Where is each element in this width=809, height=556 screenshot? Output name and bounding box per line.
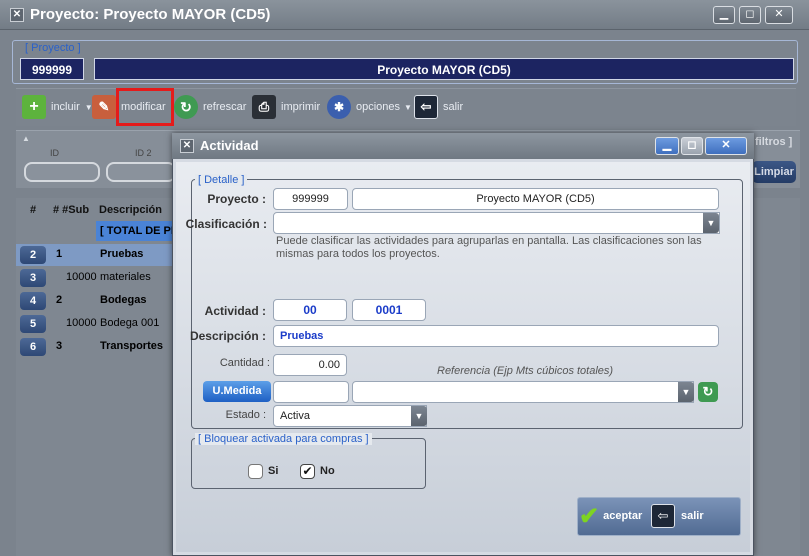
options-icon: ✱: [327, 95, 351, 119]
chevron-down-icon[interactable]: ▼: [703, 213, 719, 233]
exit-icon: ⇦: [414, 95, 438, 119]
refrescar-label: refrescar: [203, 101, 247, 113]
row-number: 3: [20, 269, 46, 287]
window-title-text: Proyecto: Proyecto MAYOR (CD5): [30, 6, 271, 23]
row-sub: 1: [56, 248, 63, 260]
si-checkbox[interactable]: [248, 464, 263, 479]
pencil-icon: ✎: [92, 95, 116, 119]
dialog-app-icon: ✕: [180, 139, 194, 153]
bloquear-legend: [ Bloquear activada para compras ]: [195, 433, 372, 445]
grid-header-num: #: [30, 204, 37, 216]
no-checkbox[interactable]: ✔: [300, 464, 315, 479]
imprimir-button[interactable]: ⎙ imprimir: [252, 95, 320, 119]
row-number: 6: [20, 338, 46, 356]
grid-total-row[interactable]: [ TOTAL DE PR: [96, 221, 176, 241]
umedida-desc-select[interactable]: [352, 381, 694, 403]
no-label: No: [320, 465, 335, 477]
referencia-hint: Referencia (Ejp Mts cúbicos totales): [437, 365, 614, 377]
umedida-code-field[interactable]: [273, 381, 349, 403]
filter-col2-label: ID 2: [135, 148, 152, 158]
cantidad-label: Cantidad :: [219, 357, 270, 369]
descripcion-label: Descripción :: [189, 329, 266, 343]
grid-header-desc: Descripción: [99, 204, 162, 216]
imprimir-label: imprimir: [281, 101, 321, 113]
row-sub: 10000: [66, 317, 97, 329]
plus-icon: +: [22, 95, 46, 119]
actividad-part2-field[interactable]: 0001: [352, 299, 426, 321]
aceptar-button[interactable]: ✔ aceptar: [579, 501, 649, 531]
row-desc: Transportes: [100, 340, 163, 352]
clasificacion-select[interactable]: [273, 212, 720, 234]
umedida-button[interactable]: U.Medida: [203, 381, 271, 402]
app-icon: ✕: [10, 8, 24, 22]
row-sub: 10000: [66, 271, 97, 283]
dialog-close-button[interactable]: ✕: [705, 137, 747, 155]
maximize-button[interactable]: ◻: [739, 6, 761, 24]
highlight-box: [116, 88, 174, 126]
grid-header-sub: # #Sub: [53, 204, 90, 216]
project-code: 999999: [20, 58, 84, 80]
incluir-label: incluir: [51, 101, 80, 113]
row-number: 5: [20, 315, 46, 333]
actividad-part1-field[interactable]: 00: [273, 299, 347, 321]
row-number: 2: [20, 246, 46, 264]
filter-input-2[interactable]: [106, 162, 176, 182]
opciones-button[interactable]: ✱ opciones ▼: [327, 95, 412, 119]
minimize-button[interactable]: ▁: [713, 6, 735, 24]
table-row[interactable]: 5 10000 Bodega 001: [16, 313, 176, 335]
printer-icon: ⎙: [252, 95, 276, 119]
salir-label: salir: [443, 101, 464, 113]
refresh-icon[interactable]: ↻: [698, 382, 718, 402]
table-row[interactable]: 4 2 Bodegas: [16, 290, 176, 312]
incluir-button[interactable]: + incluir ▼: [22, 95, 93, 119]
refrescar-button[interactable]: ↻ refrescar: [174, 95, 246, 119]
chevron-down-icon[interactable]: ▼: [678, 382, 694, 402]
clasificacion-label: Clasificación :: [185, 217, 267, 231]
filter-input-1[interactable]: [24, 162, 100, 182]
chevron-down-icon[interactable]: ▼: [411, 406, 427, 426]
salir-dialog-label: salir: [681, 510, 704, 522]
proyecto-name-field: Proyecto MAYOR (CD5): [352, 188, 719, 210]
aceptar-label: aceptar: [603, 510, 643, 522]
refresh-icon: ↻: [174, 95, 198, 119]
filtros-label: filtros ]: [755, 136, 793, 148]
table-row[interactable]: 2 1 Pruebas: [16, 244, 176, 266]
descripcion-field[interactable]: Pruebas: [273, 325, 719, 347]
estado-select[interactable]: Activa: [273, 405, 427, 427]
total-label: [ TOTAL DE PR: [100, 225, 176, 237]
dialog-maximize-button[interactable]: ◻: [681, 137, 703, 155]
clasificacion-hint: Puede clasificar las actividades para ag…: [276, 235, 702, 260]
detalle-legend: [ Detalle ]: [195, 174, 248, 186]
checkmark-icon: ✔: [579, 502, 600, 530]
si-label: Si: [268, 465, 279, 477]
row-desc: Pruebas: [100, 248, 144, 260]
row-desc: Bodegas: [100, 294, 147, 306]
chevron-down-icon: ▼: [404, 102, 412, 112]
salir-toolbar-button[interactable]: ⇦ salir: [414, 95, 463, 119]
filter-col1-label: ID: [50, 148, 59, 158]
cantidad-field[interactable]: 0.00: [273, 354, 347, 376]
proyecto-code-field: 999999: [273, 188, 348, 210]
dialog-title-text: Actividad: [200, 138, 259, 153]
actividad-label: Actividad :: [204, 304, 266, 318]
salir-dialog-button[interactable]: ⇦ salir: [651, 501, 731, 531]
row-number: 4: [20, 292, 46, 310]
exit-icon: ⇦: [651, 504, 675, 528]
dialog-minimize-button[interactable]: ▁: [655, 137, 679, 155]
close-button[interactable]: ✕: [765, 6, 793, 24]
row-sub: 3: [56, 340, 63, 352]
estado-label: Estado :: [225, 409, 266, 421]
table-row[interactable]: 6 3 Transportes: [16, 336, 176, 358]
table-row[interactable]: 3 10000 materiales: [16, 267, 176, 289]
limpiar-button[interactable]: Limpiar: [752, 161, 796, 183]
row-sub: 2: [56, 294, 63, 306]
row-desc: materiales: [100, 271, 151, 283]
opciones-label: opciones: [356, 101, 401, 113]
proyecto-label: Proyecto :: [207, 192, 266, 206]
project-legend: [ Proyecto ]: [22, 42, 84, 54]
main-window-title: ✕ Proyecto: Proyecto MAYOR (CD5): [0, 0, 809, 30]
collapse-icon[interactable]: ▲: [22, 134, 30, 143]
row-desc: Bodega 001: [100, 317, 160, 329]
project-name: Proyecto MAYOR (CD5): [94, 58, 794, 80]
